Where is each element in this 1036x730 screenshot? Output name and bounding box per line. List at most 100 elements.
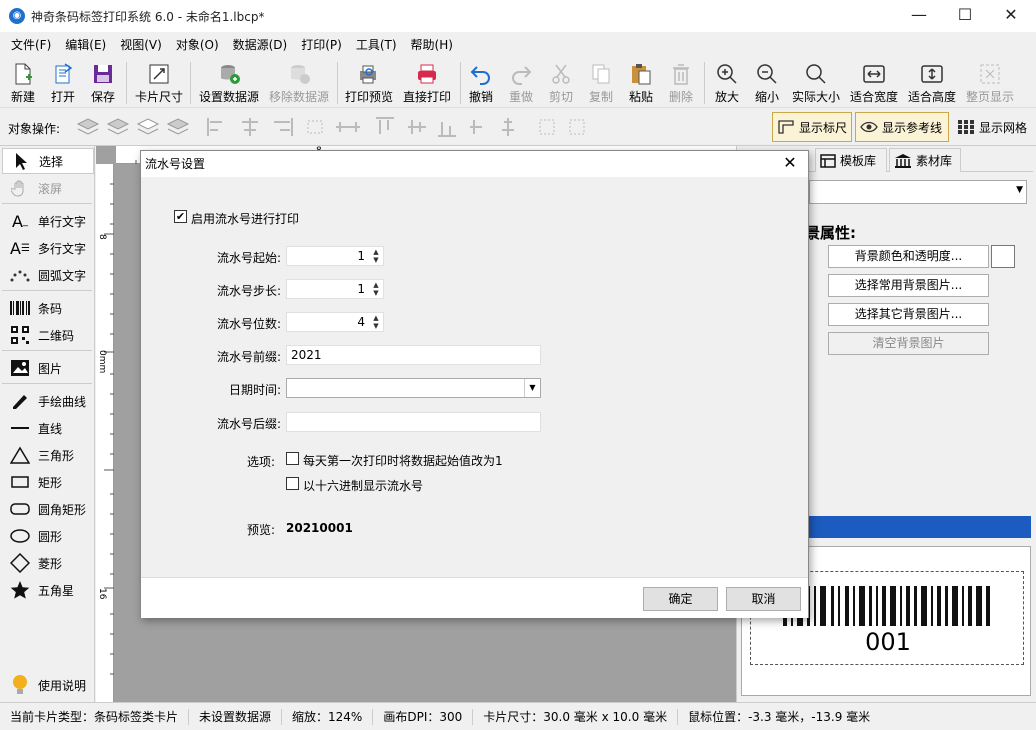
whole-page-button[interactable]: 整页显示 xyxy=(964,60,1016,106)
digits-spinbox[interactable]: 4 ▲ ▼ xyxy=(286,312,384,332)
spin-arrows-icon[interactable]: ▲ ▼ xyxy=(371,314,381,330)
tab-template-library[interactable]: 模板库 xyxy=(815,148,887,172)
datetime-label: 日期时间: xyxy=(228,383,281,397)
suffix-input[interactable] xyxy=(286,412,541,432)
tool-select[interactable]: 选择 xyxy=(2,148,94,174)
tool-triangle[interactable]: 三角形 xyxy=(2,442,94,468)
object-ops-label: 对象操作: xyxy=(8,122,61,136)
copy-icon xyxy=(592,64,610,84)
align-icons xyxy=(207,118,360,136)
toolbar-separator xyxy=(190,62,191,104)
tool-line[interactable]: 直线 xyxy=(2,415,94,441)
hex-display-checkbox[interactable] xyxy=(286,477,299,490)
reset-daily-checkbox[interactable] xyxy=(286,452,299,465)
title-bar: ◉ 神奇条码标签打印系统 6.0 - 未命名1.lbcp* — ☐ ✕ xyxy=(0,0,1036,32)
barcode-graphic xyxy=(783,586,990,626)
bg-color-swatch[interactable] xyxy=(991,245,1015,268)
status-card-type[interactable]: 当前卡片类型：条码标签类卡片 xyxy=(0,708,190,725)
close-icon[interactable]: ✕ xyxy=(778,152,802,176)
tool-circle[interactable]: 圆形 xyxy=(2,523,94,549)
open-button[interactable]: 打开 xyxy=(46,60,80,106)
status-dpi: 画布DPI：300 xyxy=(373,708,474,725)
undo-button[interactable]: 撤销 xyxy=(464,60,498,106)
menu-view[interactable]: 视图(V) xyxy=(113,36,169,53)
show-guides-toggle[interactable]: 显示参考线 xyxy=(855,112,949,142)
tool-scroll[interactable]: 滚屏 xyxy=(2,175,94,201)
new-button[interactable]: 新建 xyxy=(6,60,40,106)
pointer-icon xyxy=(9,150,33,172)
magnifier-icon xyxy=(806,64,826,84)
tool-multi-text[interactable]: A ☰ 多行文字 xyxy=(2,235,94,261)
card-size-button[interactable]: 卡片尺寸 xyxy=(132,60,186,106)
layer-icons xyxy=(76,118,190,135)
start-label: 流水号起始: xyxy=(216,251,281,265)
menu-print[interactable]: 打印(P) xyxy=(294,36,349,53)
save-button[interactable]: 保存 xyxy=(86,60,120,106)
tool-arc-text[interactable]: 圆弧文字 xyxy=(2,262,94,288)
tool-barcode[interactable]: 条码 xyxy=(2,295,94,321)
tool-single-text[interactable]: A _ 单行文字 xyxy=(2,208,94,234)
datetime-select[interactable]: ▼ xyxy=(286,378,541,398)
tool-help[interactable]: 使用说明 xyxy=(2,672,94,698)
menu-object[interactable]: 对象(O) xyxy=(169,36,226,53)
menu-tools[interactable]: 工具(T) xyxy=(349,36,404,53)
ok-button[interactable]: 确定 xyxy=(643,587,718,611)
other-bg-button[interactable]: 选择其它背景图片... xyxy=(828,303,989,326)
show-grid-toggle[interactable]: 显示网格 xyxy=(952,112,1034,142)
bg-color-button[interactable]: 背景颜色和透明度... xyxy=(828,245,989,268)
status-zoom: 缩放：124% xyxy=(282,708,374,725)
cut-button[interactable]: 剪切 xyxy=(544,60,578,106)
spin-arrows-icon[interactable]: ▲ ▼ xyxy=(371,248,381,264)
menu-edit[interactable]: 编辑(E) xyxy=(58,36,113,53)
printer-icon xyxy=(418,64,436,84)
actual-size-button[interactable]: 实际大小 xyxy=(790,60,842,106)
tab-material-library[interactable]: 素材库 xyxy=(889,148,961,172)
common-bg-button[interactable]: 选择常用背景图片... xyxy=(828,274,989,297)
fit-width-button[interactable]: 适合宽度 xyxy=(848,60,900,106)
tool-star[interactable]: 五角星 xyxy=(2,577,94,603)
toolbar-separator xyxy=(704,62,705,104)
direct-print-button[interactable]: 直接打印 xyxy=(400,60,454,106)
close-window-button[interactable]: ✕ xyxy=(988,0,1034,32)
serial-number-dialog: 流水号设置 ✕ ✔ 启用流水号进行打印 流水号起始: 1 ▲ ▼ 流水号步长: 1… xyxy=(140,150,809,618)
start-spinbox[interactable]: 1 ▲ ▼ xyxy=(286,246,384,266)
database-icon xyxy=(221,65,240,84)
enable-serial-checkbox[interactable]: ✔ xyxy=(174,210,187,223)
prefix-input[interactable]: 2021 xyxy=(286,345,541,365)
object-selector-dropdown[interactable]: ▼ xyxy=(809,180,1027,204)
tool-diamond[interactable]: 菱形 xyxy=(2,550,94,576)
menu-datasource[interactable]: 数据源(D) xyxy=(226,36,295,53)
app-icon: ◉ xyxy=(9,8,25,24)
copy-button[interactable]: 复制 xyxy=(584,60,618,106)
maximize-button[interactable]: ☐ xyxy=(942,0,988,32)
options-label: 选项: xyxy=(246,455,275,469)
tool-qrcode[interactable]: 二维码 xyxy=(2,322,94,348)
remove-datasource-button[interactable]: 移除数据源 xyxy=(266,60,332,106)
print-preview-button[interactable]: 打印预览 xyxy=(342,60,396,106)
menu-file[interactable]: 文件(F) xyxy=(4,36,58,53)
undo-icon xyxy=(470,66,490,85)
ruler-mark-0mm: 0mm xyxy=(97,350,107,374)
tool-image[interactable]: 图片 xyxy=(2,355,94,381)
paste-button[interactable]: 粘贴 xyxy=(624,60,658,106)
arc-text-icon xyxy=(8,264,32,286)
dialog-title: 流水号设置 xyxy=(141,151,808,177)
step-spinbox[interactable]: 1 ▲ ▼ xyxy=(286,279,384,299)
zoom-in-button[interactable]: 放大 xyxy=(710,60,744,106)
clear-bg-button[interactable]: 清空背景图片 xyxy=(828,332,989,355)
set-datasource-button[interactable]: 设置数据源 xyxy=(196,60,262,106)
redo-button[interactable]: 重做 xyxy=(504,60,538,106)
spin-arrows-icon[interactable]: ▲ ▼ xyxy=(371,281,381,297)
minimize-button[interactable]: — xyxy=(896,0,942,32)
zoom-out-button[interactable]: 缩小 xyxy=(750,60,784,106)
cancel-button[interactable]: 取消 xyxy=(726,587,801,611)
status-datasource: 未设置数据源 xyxy=(189,708,283,725)
tool-rect[interactable]: 矩形 xyxy=(2,469,94,495)
menu-help[interactable]: 帮助(H) xyxy=(404,36,460,53)
tool-round-rect[interactable]: 圆角矩形 xyxy=(2,496,94,522)
tool-freehand[interactable]: 手绘曲线 xyxy=(2,388,94,414)
show-ruler-toggle[interactable]: 显示标尺 xyxy=(772,112,852,142)
fit-height-button[interactable]: 适合高度 xyxy=(906,60,958,106)
delete-button[interactable]: 删除 xyxy=(664,60,698,106)
chevron-down-icon[interactable]: ▼ xyxy=(524,379,540,397)
